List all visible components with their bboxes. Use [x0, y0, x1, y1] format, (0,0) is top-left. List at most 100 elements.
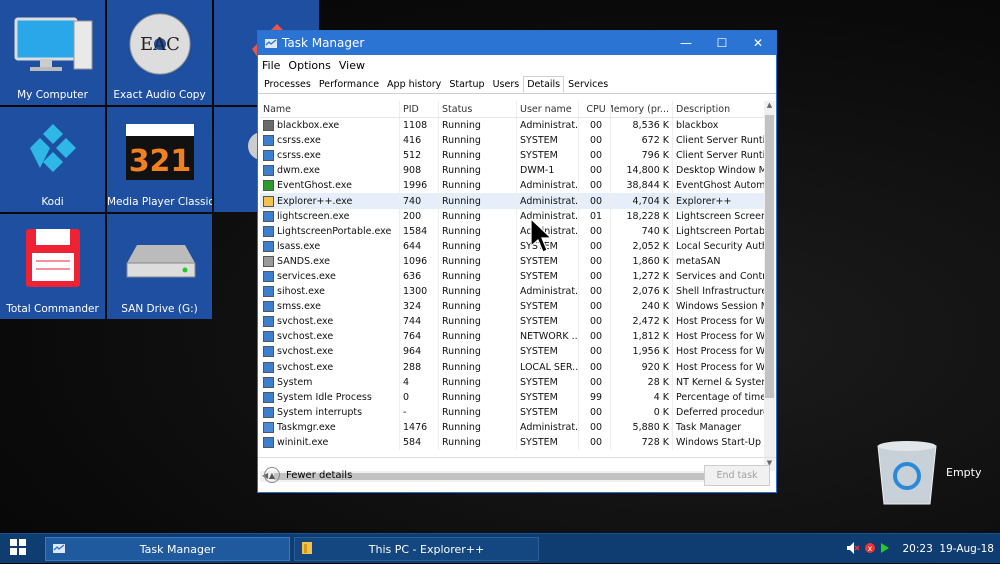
process-status: Running [439, 223, 517, 239]
eventghost-tray-icon[interactable] [880, 542, 890, 557]
table-row[interactable]: Taskmgr.exe 1476 Running Administrat... 00 5,… [260, 419, 765, 435]
column-header-user-name[interactable]: User name [517, 101, 579, 117]
table-row[interactable]: csrss.exe 512 Running SYSTEM 00 796 K Client S… [260, 148, 765, 164]
scroll-up-arrow[interactable]: ▲ [764, 101, 775, 113]
taskbar-item-task-manager[interactable]: Task Manager [45, 537, 290, 561]
recycle-bin[interactable]: Empty [872, 436, 992, 508]
tab-processes[interactable]: Processes [260, 76, 315, 93]
network-error-icon[interactable]: x [864, 541, 876, 558]
vertical-scrollbar[interactable]: ▲ ▼ [764, 101, 775, 471]
process-name-cell: svchost.exe [260, 329, 400, 345]
process-pid: 740 [400, 193, 439, 209]
start-button[interactable] [0, 534, 36, 563]
table-row[interactable]: LightscreenPortable.exe 1584 Running Admini… [260, 223, 765, 239]
desktop-icon-san-drive[interactable]: SAN Drive (G:) [107, 214, 212, 319]
tab-startup[interactable]: Startup [445, 76, 488, 93]
minimize-button[interactable]: — [668, 36, 704, 50]
column-header-cpu[interactable]: CPU [579, 101, 611, 117]
desktop-icon-my-computer[interactable]: My Computer [0, 0, 105, 105]
process-name: Taskmgr.exe [277, 421, 336, 433]
process-name: LightscreenPortable.exe [277, 225, 392, 237]
maximize-button[interactable]: ☐ [704, 36, 740, 50]
process-status: Running [439, 118, 517, 134]
table-row[interactable]: dwm.exe 908 Running DWM-1 00 14,800 K Desktop … [260, 163, 765, 179]
title-bar[interactable]: Task Manager — ☐ ✕ [258, 31, 776, 55]
process-memory: 28 K [611, 374, 673, 390]
table-row[interactable]: Explorer++.exe 740 Running Administrat... 00… [260, 193, 765, 209]
process-pid: 744 [400, 314, 439, 330]
process-pid: 416 [400, 133, 439, 149]
tab-app-history[interactable]: App history [383, 76, 445, 93]
table-row[interactable]: System Idle Process 0 Running SYSTEM 99 4 K Pe… [260, 389, 765, 405]
drive-icon [107, 222, 212, 294]
table-row[interactable]: lightscreen.exe 200 Running Administrat... 0… [260, 208, 765, 224]
column-header-pid[interactable]: PID [400, 101, 439, 117]
desktop-icon-media-player-classic[interactable]: 321 Media Player Classic [107, 107, 212, 212]
table-row[interactable]: lsass.exe 644 Running SYSTEM 00 2,052 K Local … [260, 238, 765, 254]
table-row[interactable]: svchost.exe 964 Running SYSTEM 00 1,956 K Host… [260, 344, 765, 360]
process-status: Running [439, 238, 517, 254]
column-header-status[interactable]: Status [439, 101, 517, 117]
process-name: csrss.exe [277, 135, 321, 147]
process-status: Running [439, 163, 517, 179]
desktop-icon-exact-audio-copy[interactable]: EAC Exact Audio Copy [107, 0, 212, 105]
table-row[interactable]: csrss.exe 416 Running SYSTEM 00 672 K Client S… [260, 133, 765, 149]
process-description: Local Security Authori [673, 238, 765, 254]
table-row[interactable]: blackbox.exe 1108 Running Administrat... 00 8… [260, 118, 765, 134]
taskbar-item-explorer[interactable]: This PC - Explorer++ [294, 537, 539, 561]
table-row[interactable]: services.exe 636 Running SYSTEM 00 1,272 K Ser… [260, 268, 765, 285]
process-memory: 0 K [611, 404, 673, 420]
menu-options[interactable]: Options [288, 59, 330, 72]
process-memory: 728 K [611, 434, 673, 451]
desktop-icon-total-commander[interactable]: Total Commander [0, 214, 105, 319]
process-icon [263, 240, 274, 252]
scroll-thumb[interactable] [765, 115, 774, 398]
column-header-name[interactable]: Name [260, 101, 400, 117]
process-description: Desktop Window Ma [673, 163, 765, 179]
column-header-description[interactable]: Description [673, 101, 765, 117]
process-user: Administrat... [517, 178, 579, 194]
tab-users[interactable]: Users [489, 76, 524, 93]
process-name-cell: csrss.exe [260, 133, 400, 149]
process-name-cell: csrss.exe [260, 148, 400, 164]
tab-performance[interactable]: Performance [315, 76, 383, 93]
process-user: SYSTEM [517, 434, 579, 451]
clock[interactable]: 20:23 19-Aug-18 [902, 543, 994, 555]
table-row[interactable]: svchost.exe 288 Running LOCAL SER... 00 920 K… [260, 359, 765, 375]
process-cpu: 00 [579, 434, 611, 451]
task-manager-window[interactable]: Task Manager — ☐ ✕ File Options View Pro… [257, 30, 777, 493]
table-body: blackbox.exe 1108 Running Administrat... 00 8… [260, 118, 765, 451]
process-name-cell: lightscreen.exe [260, 208, 400, 224]
process-name: csrss.exe [277, 150, 321, 162]
end-task-button[interactable]: End task [704, 465, 770, 486]
process-memory: 1,860 K [611, 253, 673, 269]
table-row[interactable]: sihost.exe 1300 Running Administrat... 00 2,0… [260, 284, 765, 300]
table-row[interactable]: EventGhost.exe 1996 Running Administrat... 0… [260, 178, 765, 194]
table-row[interactable]: System 4 Running SYSTEM 00 28 K NT Kernel & Sy… [260, 374, 765, 390]
process-description: Host Process for Win [673, 359, 765, 375]
menu-view[interactable]: View [339, 59, 365, 72]
process-name: System interrupts [277, 406, 363, 418]
process-icon [263, 270, 274, 282]
process-user: SYSTEM [517, 268, 579, 285]
desktop-icon-kodi[interactable]: Kodi [0, 107, 105, 212]
table-row[interactable]: System interrupts - Running SYSTEM 00 0 K Defe… [260, 404, 765, 420]
table-row[interactable]: SANDS.exe 1096 Running SYSTEM 00 1,860 KmetaS… [260, 253, 765, 269]
process-status: Running [439, 419, 517, 435]
process-name-cell: blackbox.exe [260, 118, 400, 134]
process-memory: 14,800 K [611, 163, 673, 179]
table-row[interactable]: wininit.exe 584 Running SYSTEM 00 728 K Window… [260, 434, 765, 451]
process-description: blackbox [673, 118, 765, 134]
column-header-memory[interactable]: Memory (pr... [611, 101, 673, 117]
fewer-details-button[interactable]: ▲ Fewer details [264, 467, 352, 483]
table-row[interactable]: svchost.exe 764 Running NETWORK ... 00 1,812 … [260, 329, 765, 345]
tab-details[interactable]: Details [523, 76, 565, 93]
volume-muted-icon[interactable] [846, 541, 861, 558]
close-button[interactable]: ✕ [740, 36, 776, 50]
table-row[interactable]: smss.exe 324 Running SYSTEM 00 240 K Windows S… [260, 299, 765, 315]
process-name: svchost.exe [277, 346, 334, 358]
tab-services[interactable]: Services [564, 76, 612, 93]
menu-file[interactable]: File [262, 59, 280, 72]
footer-bar: ▲ Fewer details End task [258, 457, 776, 492]
table-row[interactable]: svchost.exe 744 Running SYSTEM 00 2,472 K Host… [260, 314, 765, 330]
